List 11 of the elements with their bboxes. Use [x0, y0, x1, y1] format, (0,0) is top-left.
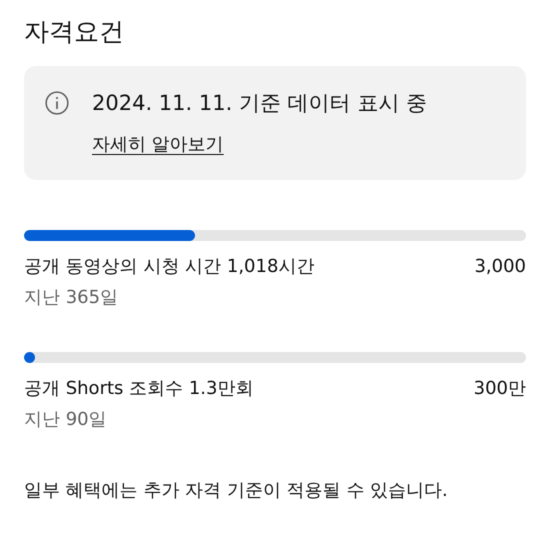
footnote-text: 일부 혜택에는 추가 자격 기준이 적용될 수 있습니다.: [24, 479, 449, 503]
info-icon: [44, 90, 70, 116]
notice-text: 2024. 11. 11. 기준 데이터 표시 중: [92, 90, 428, 117]
learn-more-link[interactable]: 자세히 알아보기: [92, 132, 224, 158]
requirement-period: 지난 365일: [24, 286, 120, 310]
requirement-label: 공개 동영상의 시청 시간 1,018시간: [24, 255, 314, 279]
requirement-target: 300만: [474, 377, 526, 401]
section-title: 자격요건: [24, 16, 125, 48]
requirement-period: 지난 90일: [24, 408, 108, 432]
requirement-target: 3,000: [474, 255, 526, 279]
requirement-label: 공개 Shorts 조회수 1.3만회: [24, 377, 254, 401]
